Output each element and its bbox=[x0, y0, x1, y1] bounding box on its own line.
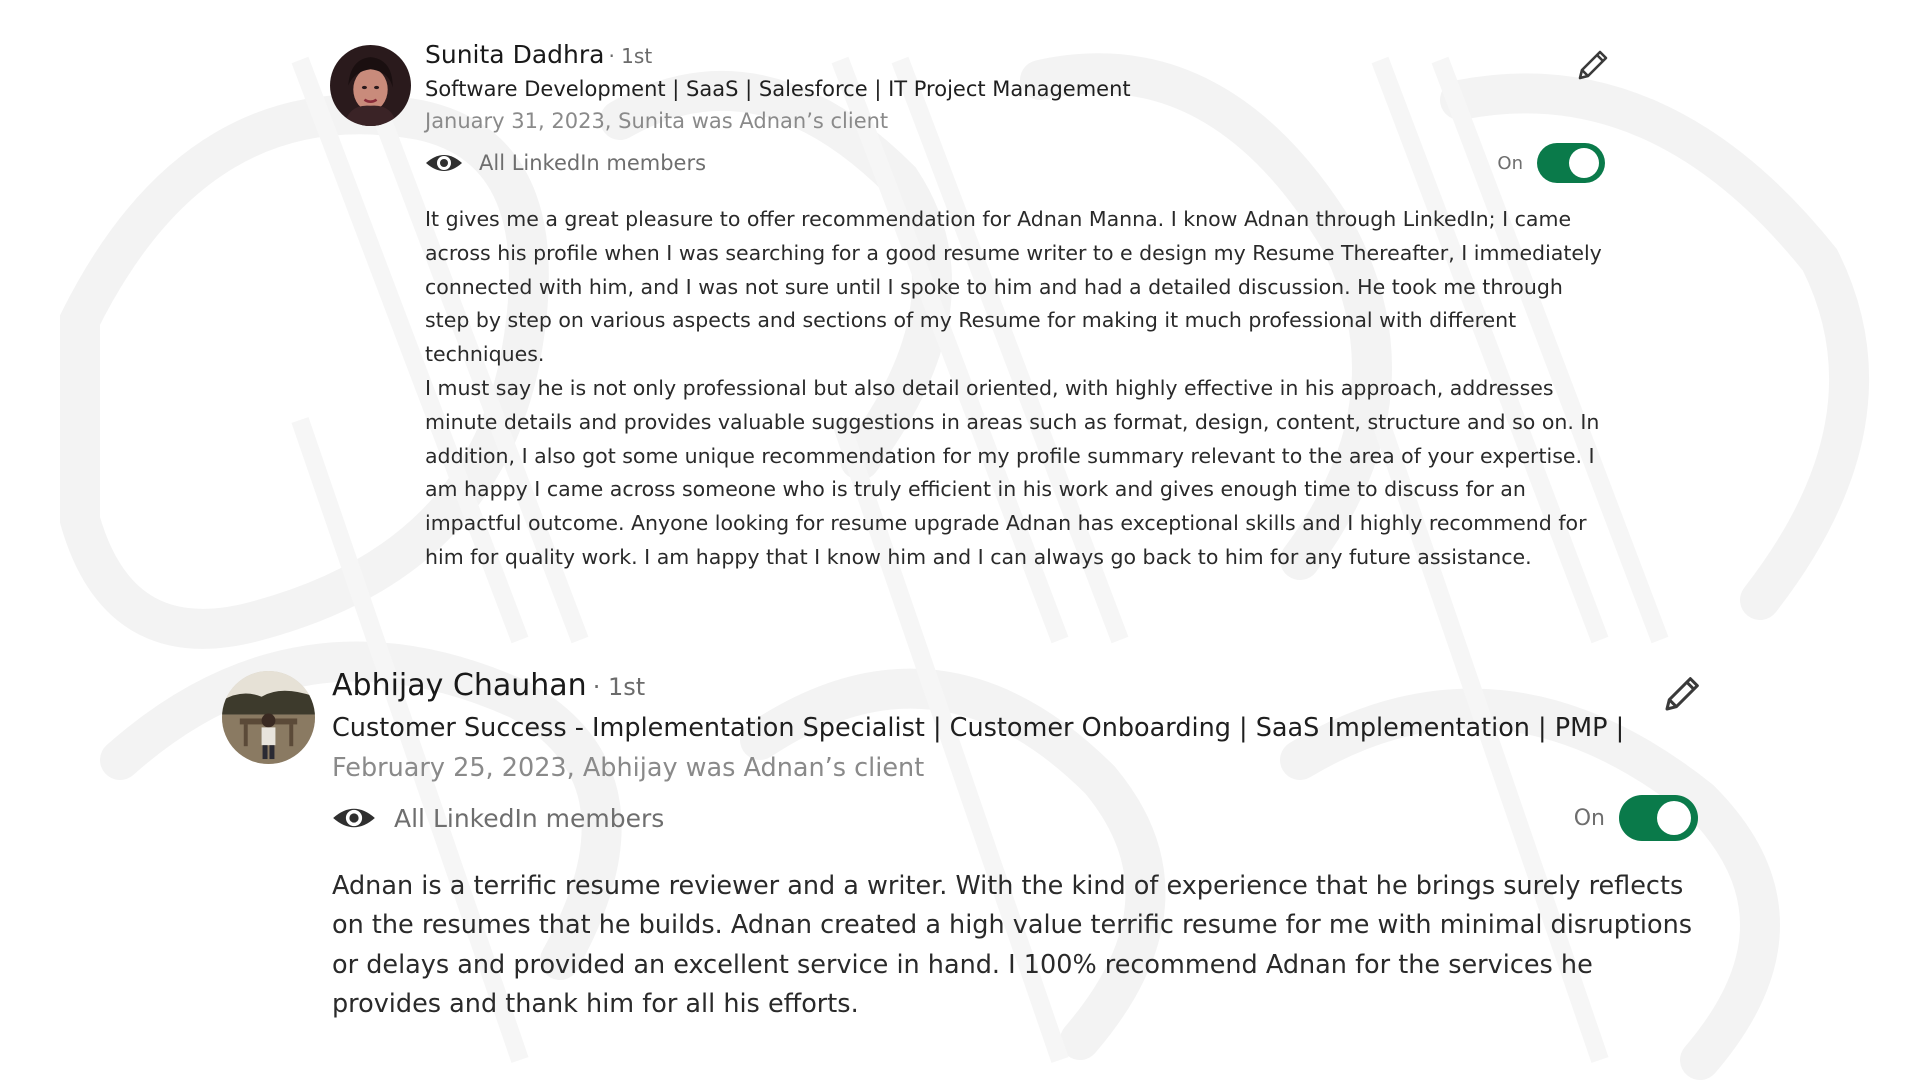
relationship-date: January 31, 2023, Sunita was Adnan’s cli… bbox=[425, 109, 889, 133]
toggle-state-label: On bbox=[1497, 152, 1523, 174]
recommendation-text: It gives me a great pleasure to offer re… bbox=[425, 203, 1605, 575]
recommendation-card-2: Abhijay Chauhan · 1st Customer Success -… bbox=[222, 668, 1702, 1068]
recommender-name[interactable]: Abhijay Chauhan bbox=[332, 668, 587, 703]
recommendation-paragraph: Adnan is a terrific resume reviewer and … bbox=[332, 871, 1693, 1019]
visibility-row: All LinkedIn members On bbox=[425, 143, 1605, 183]
toggle-state-label: On bbox=[1573, 805, 1605, 831]
edit-button[interactable] bbox=[1574, 48, 1610, 84]
eye-icon bbox=[332, 804, 376, 832]
pencil-icon bbox=[1578, 50, 1608, 80]
recommendation-card-1: Sunita Dadhra · 1st Software Development… bbox=[330, 40, 1610, 640]
recommendation-body: Abhijay Chauhan · 1st Customer Success -… bbox=[332, 668, 1698, 1024]
connection-degree: · 1st bbox=[608, 44, 653, 68]
recommender-headline: Customer Success - Implementation Specia… bbox=[332, 713, 1625, 743]
relationship-date: February 25, 2023, Abhijay was Adnan’s c… bbox=[332, 753, 925, 783]
eye-icon bbox=[425, 151, 463, 175]
recommender-name[interactable]: Sunita Dadhra bbox=[425, 40, 604, 69]
recommendation-body: Sunita Dadhra · 1st Software Development… bbox=[425, 40, 1605, 575]
avatar[interactable] bbox=[222, 671, 315, 764]
name-row: Sunita Dadhra · 1st bbox=[425, 40, 1605, 69]
visibility-toggle[interactable] bbox=[1619, 795, 1698, 841]
avatar[interactable] bbox=[330, 45, 411, 126]
edit-button[interactable] bbox=[1660, 674, 1702, 716]
visibility-toggle-group: On bbox=[1574, 795, 1698, 841]
recommender-headline: Software Development | SaaS | Salesforce… bbox=[425, 77, 1131, 101]
recommendations-page: Sunita Dadhra · 1st Software Development… bbox=[0, 0, 1920, 1080]
name-row: Abhijay Chauhan · 1st bbox=[332, 668, 1692, 703]
visibility-label: All LinkedIn members bbox=[394, 803, 665, 833]
toggle-knob bbox=[1657, 801, 1691, 835]
visibility-toggle-group: On bbox=[1497, 143, 1605, 183]
connection-degree: · 1st bbox=[592, 673, 646, 701]
pencil-icon bbox=[1665, 677, 1699, 711]
recommendation-paragraph: I must say he is not only professional b… bbox=[425, 375, 1600, 569]
recommendation-text: Adnan is a terrific resume reviewer and … bbox=[332, 867, 1698, 1024]
visibility-toggle[interactable] bbox=[1537, 143, 1605, 183]
toggle-knob bbox=[1569, 148, 1599, 178]
visibility-label: All LinkedIn members bbox=[479, 151, 707, 175]
recommendation-paragraph: It gives me a great pleasure to offer re… bbox=[425, 207, 1602, 367]
visibility-row: All LinkedIn members On bbox=[332, 795, 1698, 841]
